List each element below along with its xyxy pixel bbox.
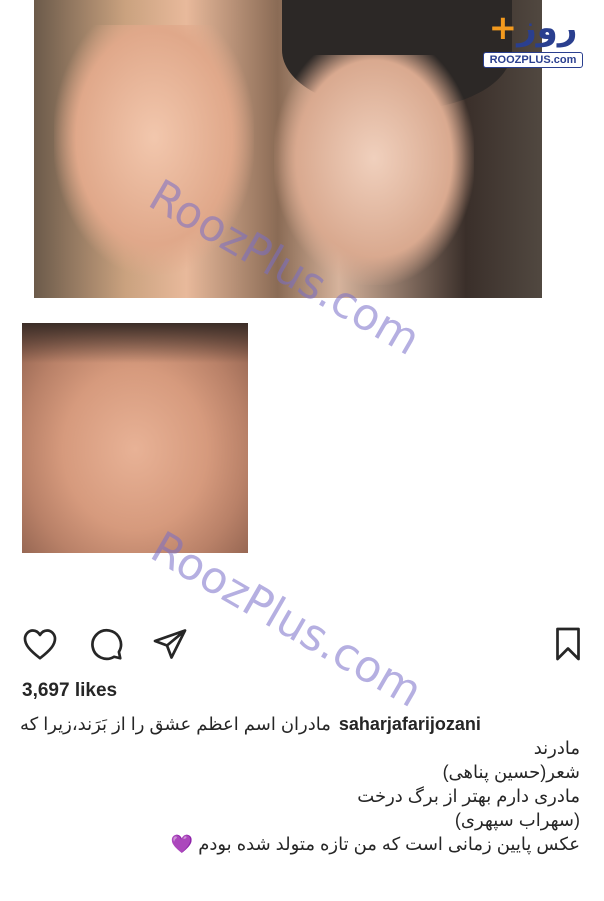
logo-mark-text: روز [517, 8, 578, 48]
comment-icon[interactable] [86, 624, 126, 664]
bookmark-icon[interactable] [548, 624, 588, 664]
post-photo-second[interactable] [22, 323, 248, 553]
share-icon[interactable] [150, 624, 190, 664]
heart-icon[interactable] [20, 624, 60, 664]
caption-line-6: عکس پایین زمانی است که من تازه متولد شده… [198, 834, 580, 854]
roozplus-logo: +روز ROOZPLUS.com [468, 6, 598, 82]
purple-heart-emoji: 💜 [170, 834, 194, 855]
caption-line-5: (سهراب سپهری) [454, 810, 580, 830]
likes-count[interactable]: 3,697 likes [22, 680, 117, 702]
caption-line-1: مادران اسم اعظم عشق را از بَرَند،زیرا که [20, 714, 331, 734]
username-link[interactable]: saharjafarijozani [339, 712, 481, 736]
post-caption: saharjafarijozani مادران اسم اعظم عشق را… [20, 712, 580, 857]
caption-line-2: مادرند [533, 738, 580, 758]
logo-url: ROOZPLUS.com [482, 52, 584, 68]
caption-line-4: مادری دارم بهتر از برگ درخت [357, 786, 580, 806]
caption-line-3: شعر(حسین پناهی) [442, 762, 580, 782]
photo-hair [22, 323, 248, 363]
post-actions-bar [0, 618, 604, 664]
logo-plus: + [488, 8, 518, 48]
